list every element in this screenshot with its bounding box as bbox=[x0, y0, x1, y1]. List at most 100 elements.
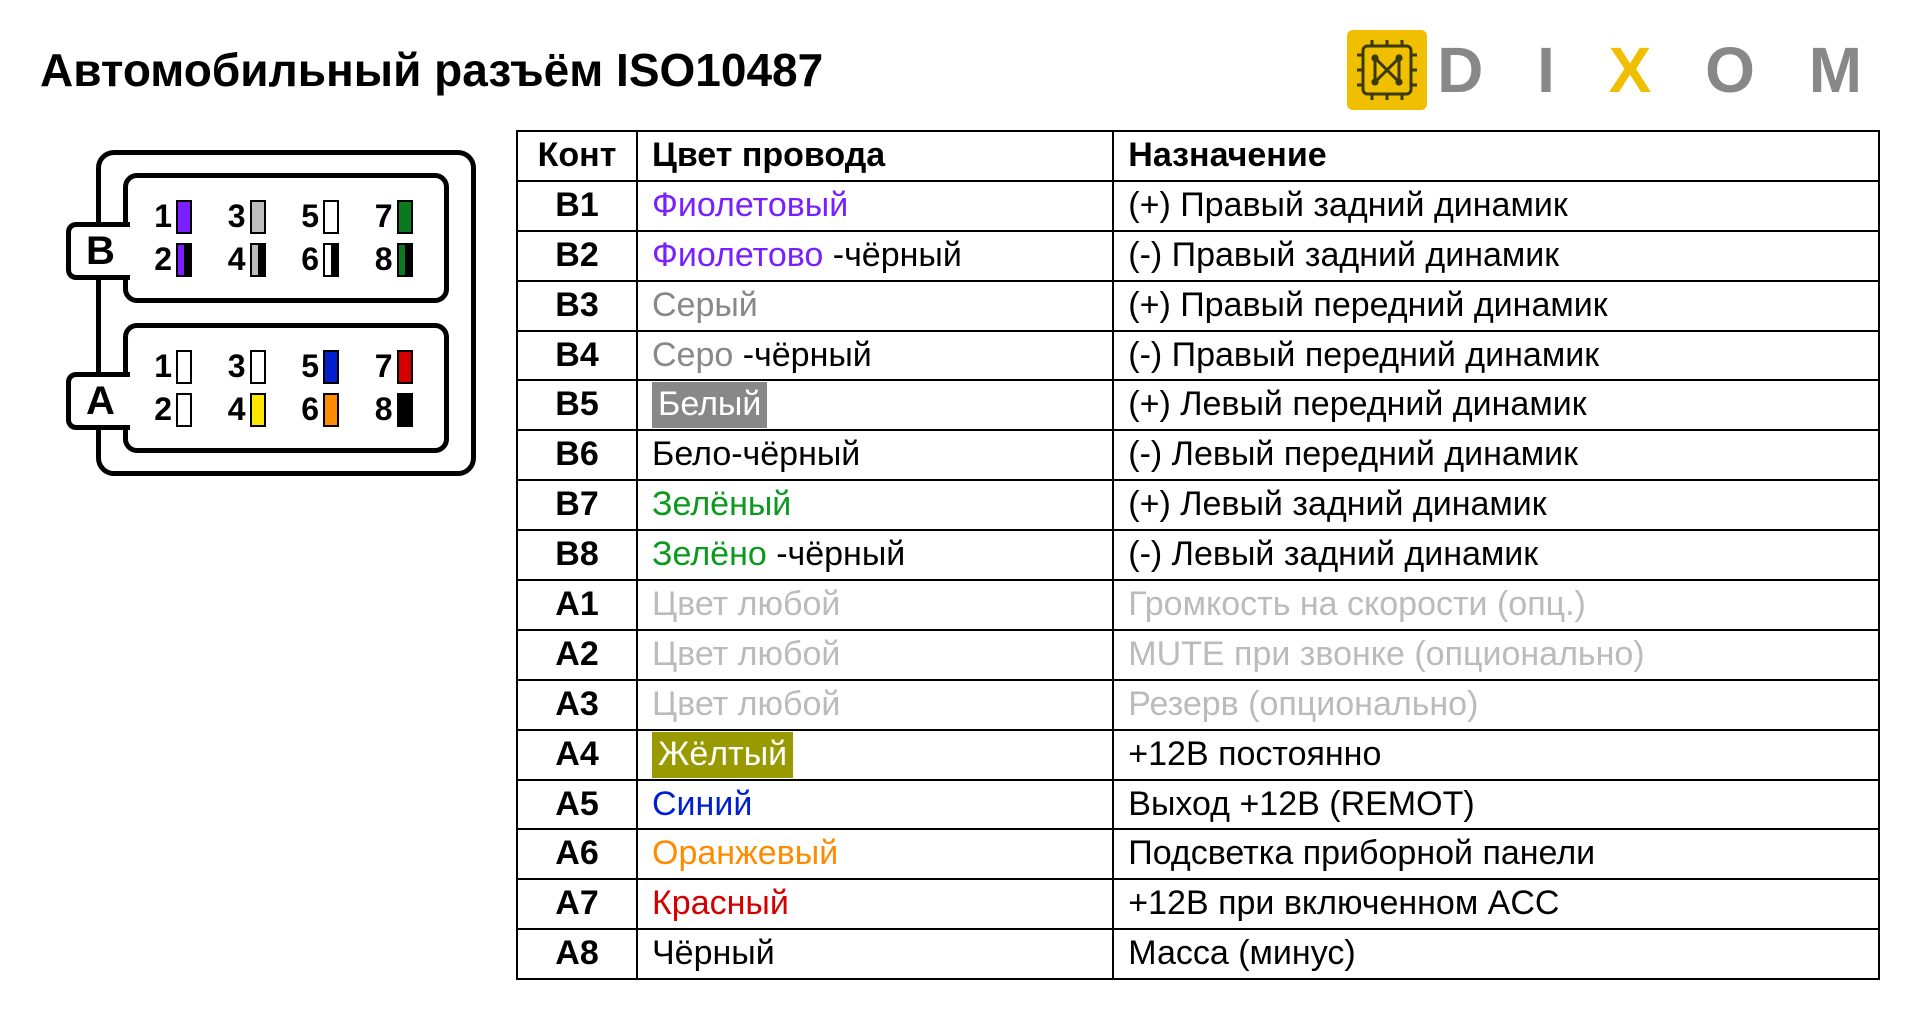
cell-color: Белый bbox=[637, 380, 1113, 430]
pin-number: 4 bbox=[224, 391, 246, 428]
chip-icon bbox=[1347, 30, 1427, 110]
connector-pin: 2 bbox=[150, 241, 202, 278]
pin-swatch bbox=[250, 200, 266, 234]
cell-function: MUTE при звонке (опционально) bbox=[1113, 630, 1879, 680]
col-header-function: Назначение bbox=[1113, 131, 1879, 181]
table-row: A1Цвет любойГромкость на скорости (опц.) bbox=[517, 580, 1879, 630]
table-row: B3Серый(+) Правый передний динамик bbox=[517, 281, 1879, 331]
cell-color: Фиолетовый bbox=[637, 181, 1113, 231]
connector-block-B: B13572468 bbox=[123, 173, 449, 303]
cell-pin: A6 bbox=[517, 829, 637, 879]
cell-pin: B8 bbox=[517, 530, 637, 580]
pin-swatch bbox=[397, 393, 413, 427]
brand-logo: D I X O M bbox=[1347, 30, 1880, 110]
table-row: B6Бело-чёрный(-) Левый передний динамик bbox=[517, 430, 1879, 480]
connector-pin: 4 bbox=[224, 391, 276, 428]
pin-number: 1 bbox=[150, 348, 172, 385]
pin-swatch bbox=[323, 200, 339, 234]
connector-pin: 7 bbox=[371, 348, 423, 385]
connector-pin: 8 bbox=[371, 241, 423, 278]
table-row: A3Цвет любойРезерв (опционально) bbox=[517, 680, 1879, 730]
pin-number: 8 bbox=[371, 241, 393, 278]
cell-pin: A2 bbox=[517, 630, 637, 680]
cell-pin: A3 bbox=[517, 680, 637, 730]
cell-function: (+) Левый передний динамик bbox=[1113, 380, 1879, 430]
cell-color: Чёрный bbox=[637, 929, 1113, 979]
pin-number: 2 bbox=[150, 391, 172, 428]
pin-number: 5 bbox=[297, 348, 319, 385]
brand-text: D I X O M bbox=[1437, 33, 1880, 107]
pin-number: 3 bbox=[224, 348, 246, 385]
cell-color: Красный bbox=[637, 879, 1113, 929]
cell-function: (-) Левый передний динамик bbox=[1113, 430, 1879, 480]
pin-number: 1 bbox=[150, 198, 172, 235]
table-row: A7Красный+12В при включенном ACC bbox=[517, 879, 1879, 929]
cell-pin: B4 bbox=[517, 331, 637, 381]
connector-pin: 4 bbox=[224, 241, 276, 278]
connector-pin: 3 bbox=[224, 198, 276, 235]
pin-number: 4 bbox=[224, 241, 246, 278]
cell-function: Подсветка приборной панели bbox=[1113, 829, 1879, 879]
connector-block-A: A13572468 bbox=[123, 323, 449, 453]
pin-number: 7 bbox=[371, 198, 393, 235]
cell-function: (+) Левый задний динамик bbox=[1113, 480, 1879, 530]
pin-swatch bbox=[397, 200, 413, 234]
cell-color: Синий bbox=[637, 780, 1113, 830]
pin-swatch bbox=[397, 243, 413, 277]
cell-color: Бело-чёрный bbox=[637, 430, 1113, 480]
connector-pin: 5 bbox=[297, 198, 349, 235]
cell-color: Цвет любой bbox=[637, 680, 1113, 730]
table-row: B8Зелёно -чёрный(-) Левый задний динамик bbox=[517, 530, 1879, 580]
pin-swatch bbox=[176, 243, 192, 277]
pin-swatch bbox=[250, 350, 266, 384]
cell-function: Масса (минус) bbox=[1113, 929, 1879, 979]
table-row: B7Зелёный(+) Левый задний динамик bbox=[517, 480, 1879, 530]
pin-swatch bbox=[323, 350, 339, 384]
pin-swatch bbox=[323, 243, 339, 277]
cell-function: (+) Правый передний динамик bbox=[1113, 281, 1879, 331]
cell-color: Оранжевый bbox=[637, 829, 1113, 879]
cell-color: Серый bbox=[637, 281, 1113, 331]
connector-pin: 1 bbox=[150, 348, 202, 385]
pin-number: 2 bbox=[150, 241, 172, 278]
cell-function: Резерв (опционально) bbox=[1113, 680, 1879, 730]
cell-pin: B3 bbox=[517, 281, 637, 331]
cell-function: Выход +12В (REMOT) bbox=[1113, 780, 1879, 830]
cell-pin: A1 bbox=[517, 580, 637, 630]
pin-swatch bbox=[176, 200, 192, 234]
connector-pin: 3 bbox=[224, 348, 276, 385]
table-row: B4Серо -чёрный(-) Правый передний динами… bbox=[517, 331, 1879, 381]
pin-swatch bbox=[250, 393, 266, 427]
table-row: A8ЧёрныйМасса (минус) bbox=[517, 929, 1879, 979]
pin-number: 6 bbox=[297, 241, 319, 278]
cell-function: +12В при включенном ACC bbox=[1113, 879, 1879, 929]
cell-pin: A5 bbox=[517, 780, 637, 830]
block-label: A bbox=[66, 372, 130, 430]
table-row: A2Цвет любойMUTE при звонке (опционально… bbox=[517, 630, 1879, 680]
cell-function: (-) Правый передний динамик bbox=[1113, 331, 1879, 381]
cell-pin: B7 bbox=[517, 480, 637, 530]
pin-number: 7 bbox=[371, 348, 393, 385]
table-row: A4Жёлтый+12В постоянно bbox=[517, 730, 1879, 780]
cell-color: Зелёно -чёрный bbox=[637, 530, 1113, 580]
connector-pin: 7 bbox=[371, 198, 423, 235]
block-label: B bbox=[66, 222, 130, 280]
cell-pin: B1 bbox=[517, 181, 637, 231]
pin-number: 8 bbox=[371, 391, 393, 428]
table-row: A5СинийВыход +12В (REMOT) bbox=[517, 780, 1879, 830]
col-header-pin: Конт bbox=[517, 131, 637, 181]
pin-number: 3 bbox=[224, 198, 246, 235]
cell-function: Громкость на скорости (опц.) bbox=[1113, 580, 1879, 630]
table-row: A6ОранжевыйПодсветка приборной панели bbox=[517, 829, 1879, 879]
cell-function: (-) Правый задний динамик bbox=[1113, 231, 1879, 281]
connector-pin: 5 bbox=[297, 348, 349, 385]
pin-number: 6 bbox=[297, 391, 319, 428]
pin-swatch bbox=[250, 243, 266, 277]
pinout-table: Конт Цвет провода Назначение B1Фиолетовы… bbox=[516, 130, 1880, 980]
cell-pin: B2 bbox=[517, 231, 637, 281]
connector-diagram: B13572468A13572468 bbox=[40, 150, 476, 476]
cell-pin: A8 bbox=[517, 929, 637, 979]
cell-color: Цвет любой bbox=[637, 580, 1113, 630]
cell-color: Жёлтый bbox=[637, 730, 1113, 780]
table-row: B2Фиолетово -чёрный(-) Правый задний дин… bbox=[517, 231, 1879, 281]
